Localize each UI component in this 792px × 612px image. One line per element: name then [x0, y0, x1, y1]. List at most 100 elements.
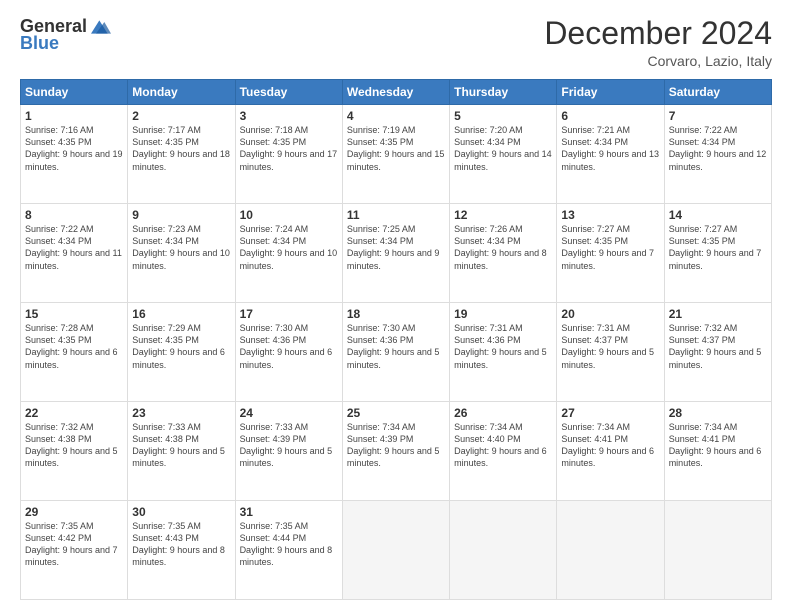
day-info: Sunrise: 7:32 AMSunset: 4:37 PMDaylight:…: [669, 323, 762, 369]
calendar-week-5: 29 Sunrise: 7:35 AMSunset: 4:42 PMDaylig…: [21, 501, 772, 600]
day-info: Sunrise: 7:35 AMSunset: 4:43 PMDaylight:…: [132, 521, 225, 567]
day-info: Sunrise: 7:34 AMSunset: 4:39 PMDaylight:…: [347, 422, 440, 468]
calendar-cell: 3 Sunrise: 7:18 AMSunset: 4:35 PMDayligh…: [235, 105, 342, 204]
day-info: Sunrise: 7:26 AMSunset: 4:34 PMDaylight:…: [454, 224, 547, 270]
calendar-week-3: 15 Sunrise: 7:28 AMSunset: 4:35 PMDaylig…: [21, 303, 772, 402]
calendar-header-friday: Friday: [557, 80, 664, 105]
day-number: 29: [25, 505, 123, 519]
calendar-cell: 10 Sunrise: 7:24 AMSunset: 4:34 PMDaylig…: [235, 204, 342, 303]
day-number: 28: [669, 406, 767, 420]
day-number: 3: [240, 109, 338, 123]
day-info: Sunrise: 7:34 AMSunset: 4:40 PMDaylight:…: [454, 422, 547, 468]
day-info: Sunrise: 7:25 AMSunset: 4:34 PMDaylight:…: [347, 224, 440, 270]
day-info: Sunrise: 7:21 AMSunset: 4:34 PMDaylight:…: [561, 125, 659, 171]
calendar-cell: 21 Sunrise: 7:32 AMSunset: 4:37 PMDaylig…: [664, 303, 771, 402]
day-number: 17: [240, 307, 338, 321]
calendar-week-2: 8 Sunrise: 7:22 AMSunset: 4:34 PMDayligh…: [21, 204, 772, 303]
day-number: 30: [132, 505, 230, 519]
day-number: 20: [561, 307, 659, 321]
day-info: Sunrise: 7:33 AMSunset: 4:39 PMDaylight:…: [240, 422, 333, 468]
day-number: 12: [454, 208, 552, 222]
day-info: Sunrise: 7:30 AMSunset: 4:36 PMDaylight:…: [240, 323, 333, 369]
day-number: 13: [561, 208, 659, 222]
calendar-week-1: 1 Sunrise: 7:16 AMSunset: 4:35 PMDayligh…: [21, 105, 772, 204]
day-number: 16: [132, 307, 230, 321]
calendar-header-monday: Monday: [128, 80, 235, 105]
page: General Blue December 2024 Corvaro, Lazi…: [0, 0, 792, 612]
calendar-cell: [557, 501, 664, 600]
day-info: Sunrise: 7:33 AMSunset: 4:38 PMDaylight:…: [132, 422, 225, 468]
day-number: 24: [240, 406, 338, 420]
calendar-cell: 2 Sunrise: 7:17 AMSunset: 4:35 PMDayligh…: [128, 105, 235, 204]
calendar-table: SundayMondayTuesdayWednesdayThursdayFrid…: [20, 79, 772, 600]
calendar-cell: 16 Sunrise: 7:29 AMSunset: 4:35 PMDaylig…: [128, 303, 235, 402]
calendar-cell: 15 Sunrise: 7:28 AMSunset: 4:35 PMDaylig…: [21, 303, 128, 402]
calendar-cell: 6 Sunrise: 7:21 AMSunset: 4:34 PMDayligh…: [557, 105, 664, 204]
calendar-body: 1 Sunrise: 7:16 AMSunset: 4:35 PMDayligh…: [21, 105, 772, 600]
calendar-cell: 13 Sunrise: 7:27 AMSunset: 4:35 PMDaylig…: [557, 204, 664, 303]
day-info: Sunrise: 7:32 AMSunset: 4:38 PMDaylight:…: [25, 422, 118, 468]
calendar-header-row: SundayMondayTuesdayWednesdayThursdayFrid…: [21, 80, 772, 105]
calendar-cell: 22 Sunrise: 7:32 AMSunset: 4:38 PMDaylig…: [21, 402, 128, 501]
day-info: Sunrise: 7:23 AMSunset: 4:34 PMDaylight:…: [132, 224, 230, 270]
calendar-cell: 31 Sunrise: 7:35 AMSunset: 4:44 PMDaylig…: [235, 501, 342, 600]
calendar-cell: 5 Sunrise: 7:20 AMSunset: 4:34 PMDayligh…: [450, 105, 557, 204]
calendar-cell: 12 Sunrise: 7:26 AMSunset: 4:34 PMDaylig…: [450, 204, 557, 303]
day-info: Sunrise: 7:30 AMSunset: 4:36 PMDaylight:…: [347, 323, 440, 369]
day-number: 27: [561, 406, 659, 420]
calendar-cell: 1 Sunrise: 7:16 AMSunset: 4:35 PMDayligh…: [21, 105, 128, 204]
day-number: 2: [132, 109, 230, 123]
calendar-cell: 19 Sunrise: 7:31 AMSunset: 4:36 PMDaylig…: [450, 303, 557, 402]
day-number: 7: [669, 109, 767, 123]
day-info: Sunrise: 7:35 AMSunset: 4:44 PMDaylight:…: [240, 521, 333, 567]
day-number: 14: [669, 208, 767, 222]
day-info: Sunrise: 7:34 AMSunset: 4:41 PMDaylight:…: [561, 422, 654, 468]
calendar-cell: [664, 501, 771, 600]
day-number: 31: [240, 505, 338, 519]
calendar-cell: 24 Sunrise: 7:33 AMSunset: 4:39 PMDaylig…: [235, 402, 342, 501]
day-info: Sunrise: 7:22 AMSunset: 4:34 PMDaylight:…: [25, 224, 122, 270]
day-info: Sunrise: 7:35 AMSunset: 4:42 PMDaylight:…: [25, 521, 118, 567]
day-info: Sunrise: 7:27 AMSunset: 4:35 PMDaylight:…: [669, 224, 762, 270]
month-title: December 2024: [544, 16, 772, 51]
calendar-header-saturday: Saturday: [664, 80, 771, 105]
day-info: Sunrise: 7:17 AMSunset: 4:35 PMDaylight:…: [132, 125, 230, 171]
calendar-header-tuesday: Tuesday: [235, 80, 342, 105]
day-info: Sunrise: 7:34 AMSunset: 4:41 PMDaylight:…: [669, 422, 762, 468]
day-number: 15: [25, 307, 123, 321]
calendar-cell: 14 Sunrise: 7:27 AMSunset: 4:35 PMDaylig…: [664, 204, 771, 303]
day-number: 1: [25, 109, 123, 123]
day-info: Sunrise: 7:18 AMSunset: 4:35 PMDaylight:…: [240, 125, 338, 171]
day-number: 19: [454, 307, 552, 321]
calendar-cell: 7 Sunrise: 7:22 AMSunset: 4:34 PMDayligh…: [664, 105, 771, 204]
day-number: 5: [454, 109, 552, 123]
day-number: 10: [240, 208, 338, 222]
day-info: Sunrise: 7:16 AMSunset: 4:35 PMDaylight:…: [25, 125, 123, 171]
calendar-cell: 8 Sunrise: 7:22 AMSunset: 4:34 PMDayligh…: [21, 204, 128, 303]
day-info: Sunrise: 7:20 AMSunset: 4:34 PMDaylight:…: [454, 125, 552, 171]
day-info: Sunrise: 7:28 AMSunset: 4:35 PMDaylight:…: [25, 323, 118, 369]
calendar-cell: 23 Sunrise: 7:33 AMSunset: 4:38 PMDaylig…: [128, 402, 235, 501]
day-info: Sunrise: 7:29 AMSunset: 4:35 PMDaylight:…: [132, 323, 225, 369]
day-info: Sunrise: 7:31 AMSunset: 4:37 PMDaylight:…: [561, 323, 654, 369]
day-info: Sunrise: 7:24 AMSunset: 4:34 PMDaylight:…: [240, 224, 338, 270]
day-number: 25: [347, 406, 445, 420]
day-number: 22: [25, 406, 123, 420]
day-number: 4: [347, 109, 445, 123]
calendar-cell: 27 Sunrise: 7:34 AMSunset: 4:41 PMDaylig…: [557, 402, 664, 501]
calendar-cell: [450, 501, 557, 600]
day-number: 21: [669, 307, 767, 321]
day-info: Sunrise: 7:22 AMSunset: 4:34 PMDaylight:…: [669, 125, 767, 171]
day-number: 18: [347, 307, 445, 321]
logo-area: General Blue: [20, 16, 111, 54]
calendar-cell: 18 Sunrise: 7:30 AMSunset: 4:36 PMDaylig…: [342, 303, 449, 402]
calendar-cell: 9 Sunrise: 7:23 AMSunset: 4:34 PMDayligh…: [128, 204, 235, 303]
day-number: 8: [25, 208, 123, 222]
day-info: Sunrise: 7:27 AMSunset: 4:35 PMDaylight:…: [561, 224, 654, 270]
calendar-cell: 4 Sunrise: 7:19 AMSunset: 4:35 PMDayligh…: [342, 105, 449, 204]
calendar-cell: 17 Sunrise: 7:30 AMSunset: 4:36 PMDaylig…: [235, 303, 342, 402]
day-number: 26: [454, 406, 552, 420]
location-subtitle: Corvaro, Lazio, Italy: [544, 53, 772, 69]
calendar-week-4: 22 Sunrise: 7:32 AMSunset: 4:38 PMDaylig…: [21, 402, 772, 501]
day-number: 11: [347, 208, 445, 222]
